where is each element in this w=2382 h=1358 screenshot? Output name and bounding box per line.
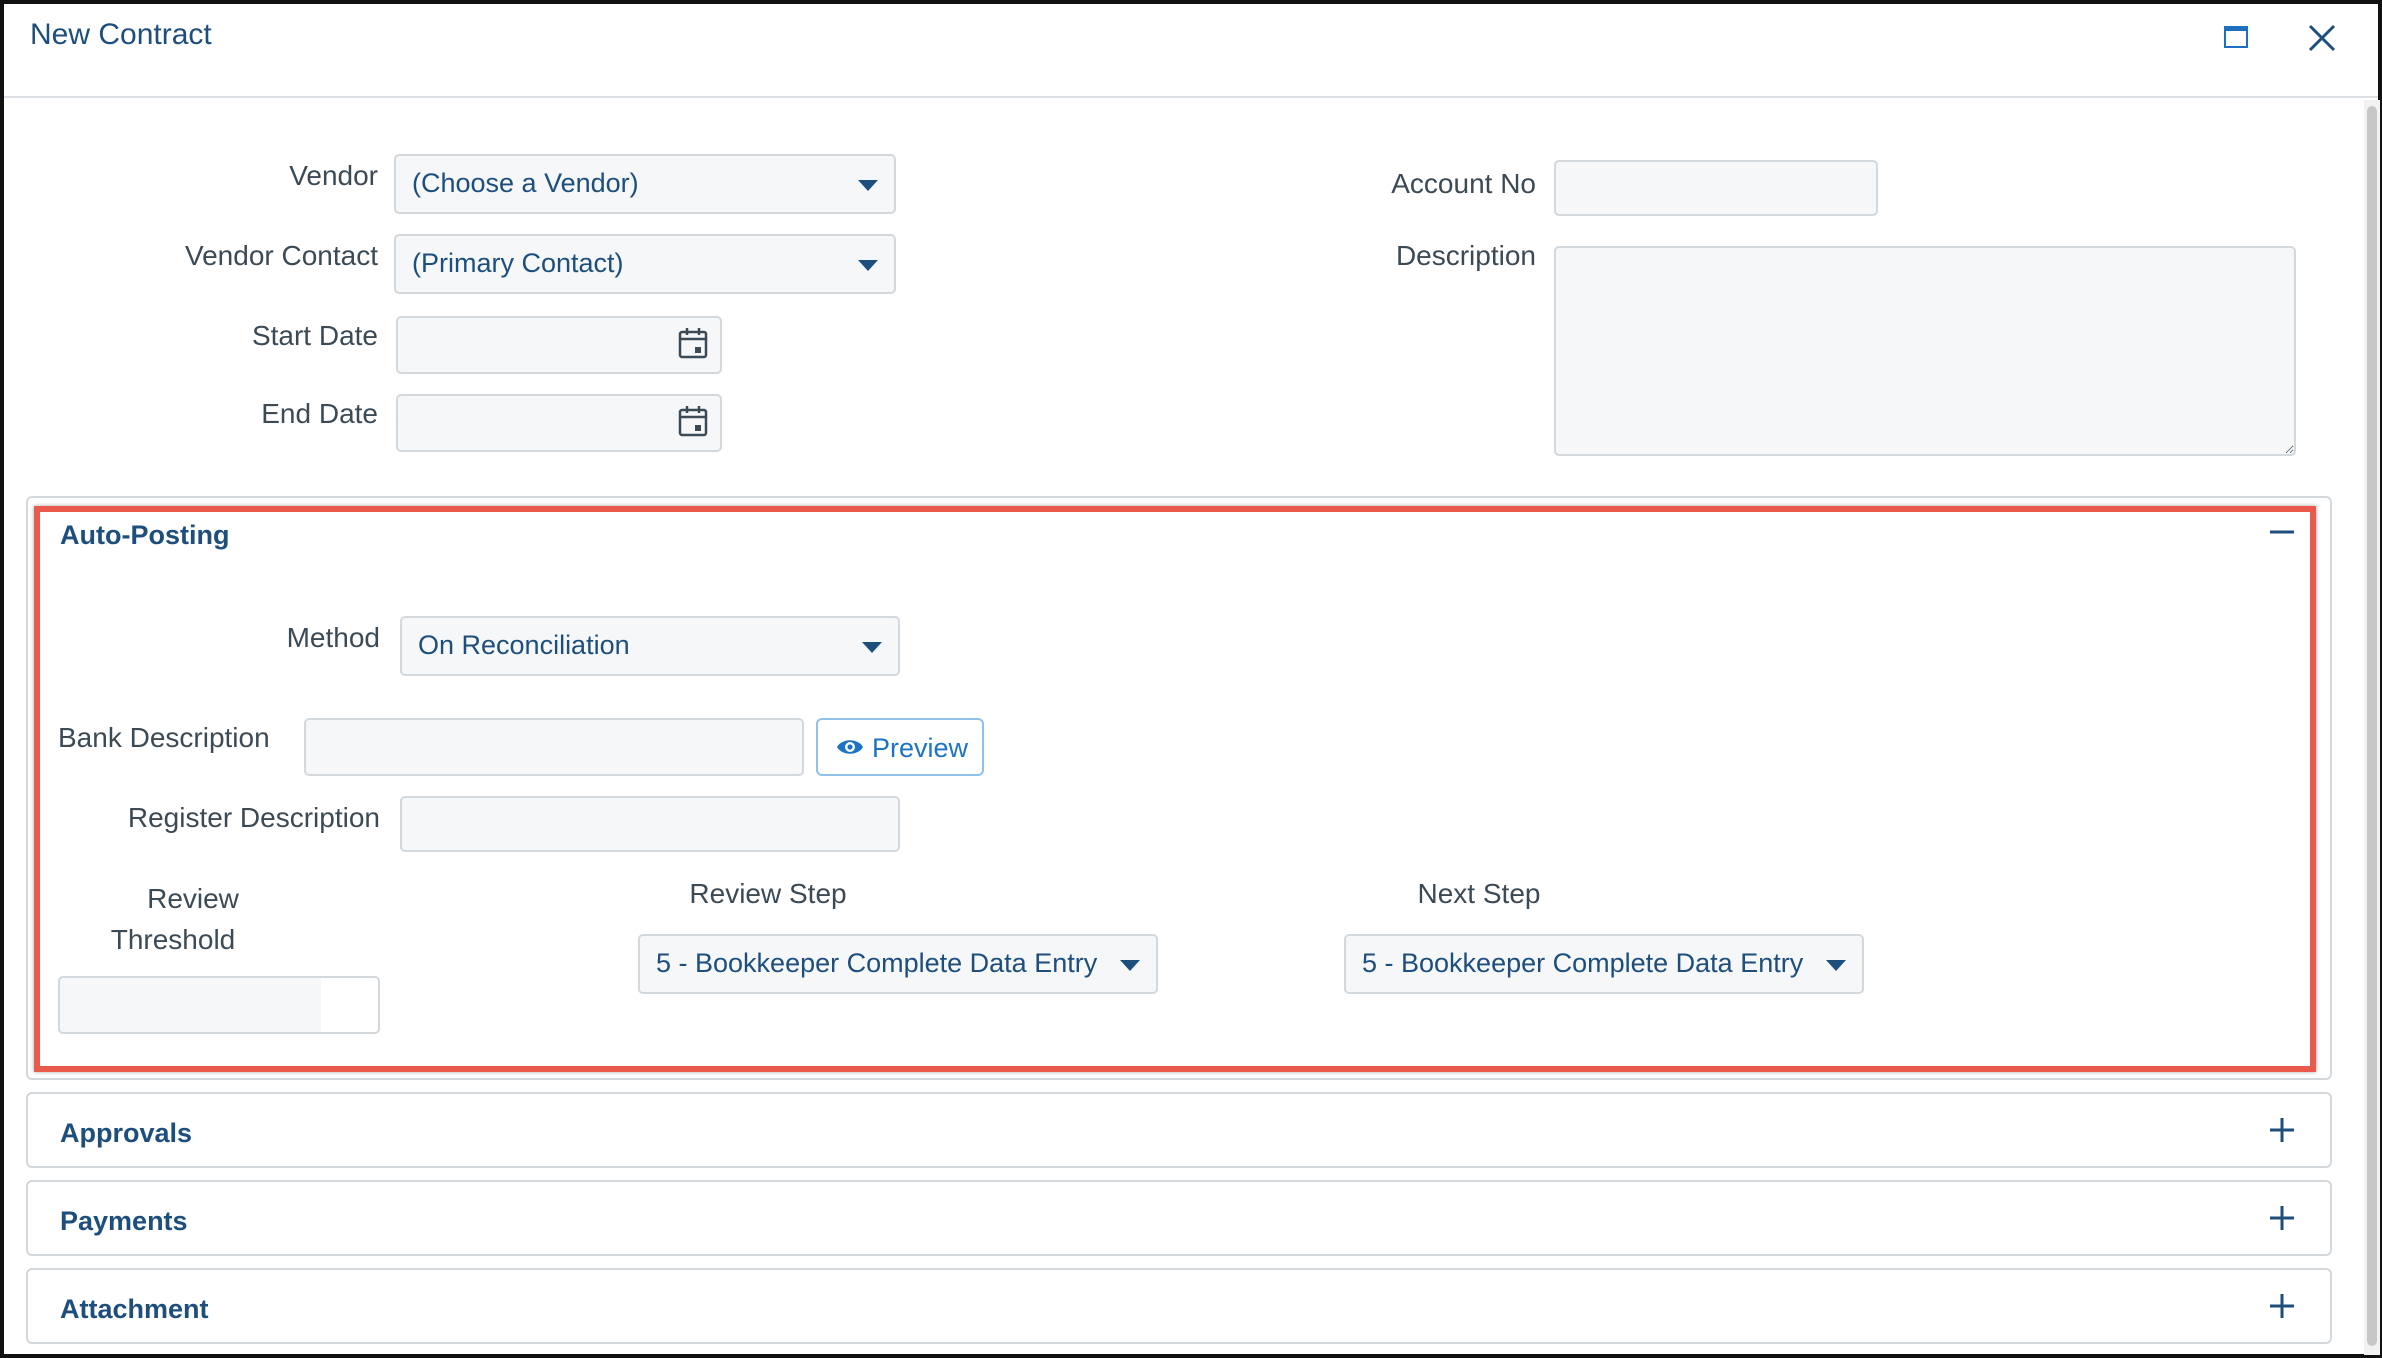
vendor-select[interactable]: (Choose a Vendor) bbox=[394, 154, 896, 214]
dialog-title: New Contract bbox=[30, 18, 212, 51]
attachment-title[interactable]: Attachment bbox=[60, 1294, 209, 1325]
method-select-value: On Reconciliation bbox=[418, 630, 630, 660]
preview-button-label: Preview bbox=[872, 733, 969, 763]
scrollbar-thumb[interactable] bbox=[2367, 106, 2377, 1346]
calendar-icon[interactable] bbox=[678, 405, 708, 437]
preview-button[interactable]: Preview bbox=[816, 718, 984, 776]
payments-section[interactable]: Payments bbox=[26, 1180, 2332, 1256]
method-label: Method bbox=[286, 622, 380, 653]
description-label: Description bbox=[1395, 240, 1536, 271]
payments-title[interactable]: Payments bbox=[60, 1206, 188, 1237]
register-description-field[interactable] bbox=[400, 796, 900, 852]
start-date-label: Start Date bbox=[251, 320, 378, 351]
vendor-label: Vendor bbox=[289, 160, 378, 191]
dialog-titlebar: New Contract bbox=[4, 4, 2378, 98]
chevron-down-icon bbox=[1120, 960, 1140, 971]
maximize-icon bbox=[2224, 26, 2248, 48]
method-select[interactable]: On Reconciliation bbox=[400, 616, 900, 676]
start-date-field[interactable] bbox=[396, 316, 722, 374]
review-step-label: Review Step bbox=[689, 878, 847, 909]
auto-posting-title[interactable]: Auto-Posting bbox=[60, 520, 229, 551]
vendor-contact-select-value: (Primary Contact) bbox=[412, 248, 624, 278]
plus-icon[interactable] bbox=[2268, 1292, 2296, 1320]
end-date-label: End Date bbox=[261, 398, 378, 429]
minus-icon[interactable] bbox=[2268, 518, 2296, 546]
approvals-section[interactable]: Approvals bbox=[26, 1092, 2332, 1168]
eye-icon bbox=[837, 740, 863, 754]
review-threshold-label-line2: Threshold bbox=[110, 924, 236, 955]
next-step-select[interactable]: 5 - Bookkeeper Complete Data Entry bbox=[1344, 934, 1864, 994]
close-button[interactable] bbox=[2302, 18, 2342, 58]
vertical-scrollbar[interactable] bbox=[2364, 100, 2380, 1355]
chevron-down-icon bbox=[858, 260, 878, 271]
plus-icon[interactable] bbox=[2268, 1204, 2296, 1232]
vendor-contact-select[interactable]: (Primary Contact) bbox=[394, 234, 896, 294]
review-step-select[interactable]: 5 - Bookkeeper Complete Data Entry bbox=[638, 934, 1158, 994]
maximize-button[interactable] bbox=[2216, 18, 2256, 58]
register-description-label: Register Description bbox=[127, 802, 380, 833]
attachment-section[interactable]: Attachment bbox=[26, 1268, 2332, 1344]
next-step-label: Next Step bbox=[1417, 878, 1541, 909]
bank-description-label: Bank Description bbox=[58, 722, 270, 753]
review-threshold-label-line1: Review bbox=[147, 883, 239, 914]
chevron-down-icon bbox=[862, 642, 882, 653]
review-step-select-value: 5 - Bookkeeper Complete Data Entry bbox=[656, 948, 1098, 978]
account-no-field[interactable] bbox=[1554, 160, 1878, 216]
review-threshold-label: Review Threshold bbox=[58, 878, 328, 960]
description-textarea[interactable] bbox=[1554, 246, 2296, 456]
close-icon bbox=[2308, 24, 2336, 52]
new-contract-dialog: New Contract Vendor (Choose a Vendor) Ve… bbox=[0, 0, 2382, 1358]
review-threshold-field[interactable] bbox=[58, 976, 380, 1034]
next-step-select-value: 5 - Bookkeeper Complete Data Entry bbox=[1362, 948, 1804, 978]
vendor-contact-label: Vendor Contact bbox=[184, 240, 378, 271]
calendar-icon[interactable] bbox=[678, 327, 708, 359]
approvals-title[interactable]: Approvals bbox=[60, 1118, 192, 1149]
chevron-down-icon bbox=[1826, 960, 1846, 971]
account-no-label: Account No bbox=[1391, 168, 1536, 199]
bank-description-field[interactable] bbox=[304, 718, 804, 776]
end-date-field[interactable] bbox=[396, 394, 722, 452]
vendor-select-value: (Choose a Vendor) bbox=[412, 168, 639, 198]
chevron-down-icon bbox=[858, 180, 878, 191]
plus-icon[interactable] bbox=[2268, 1116, 2296, 1144]
